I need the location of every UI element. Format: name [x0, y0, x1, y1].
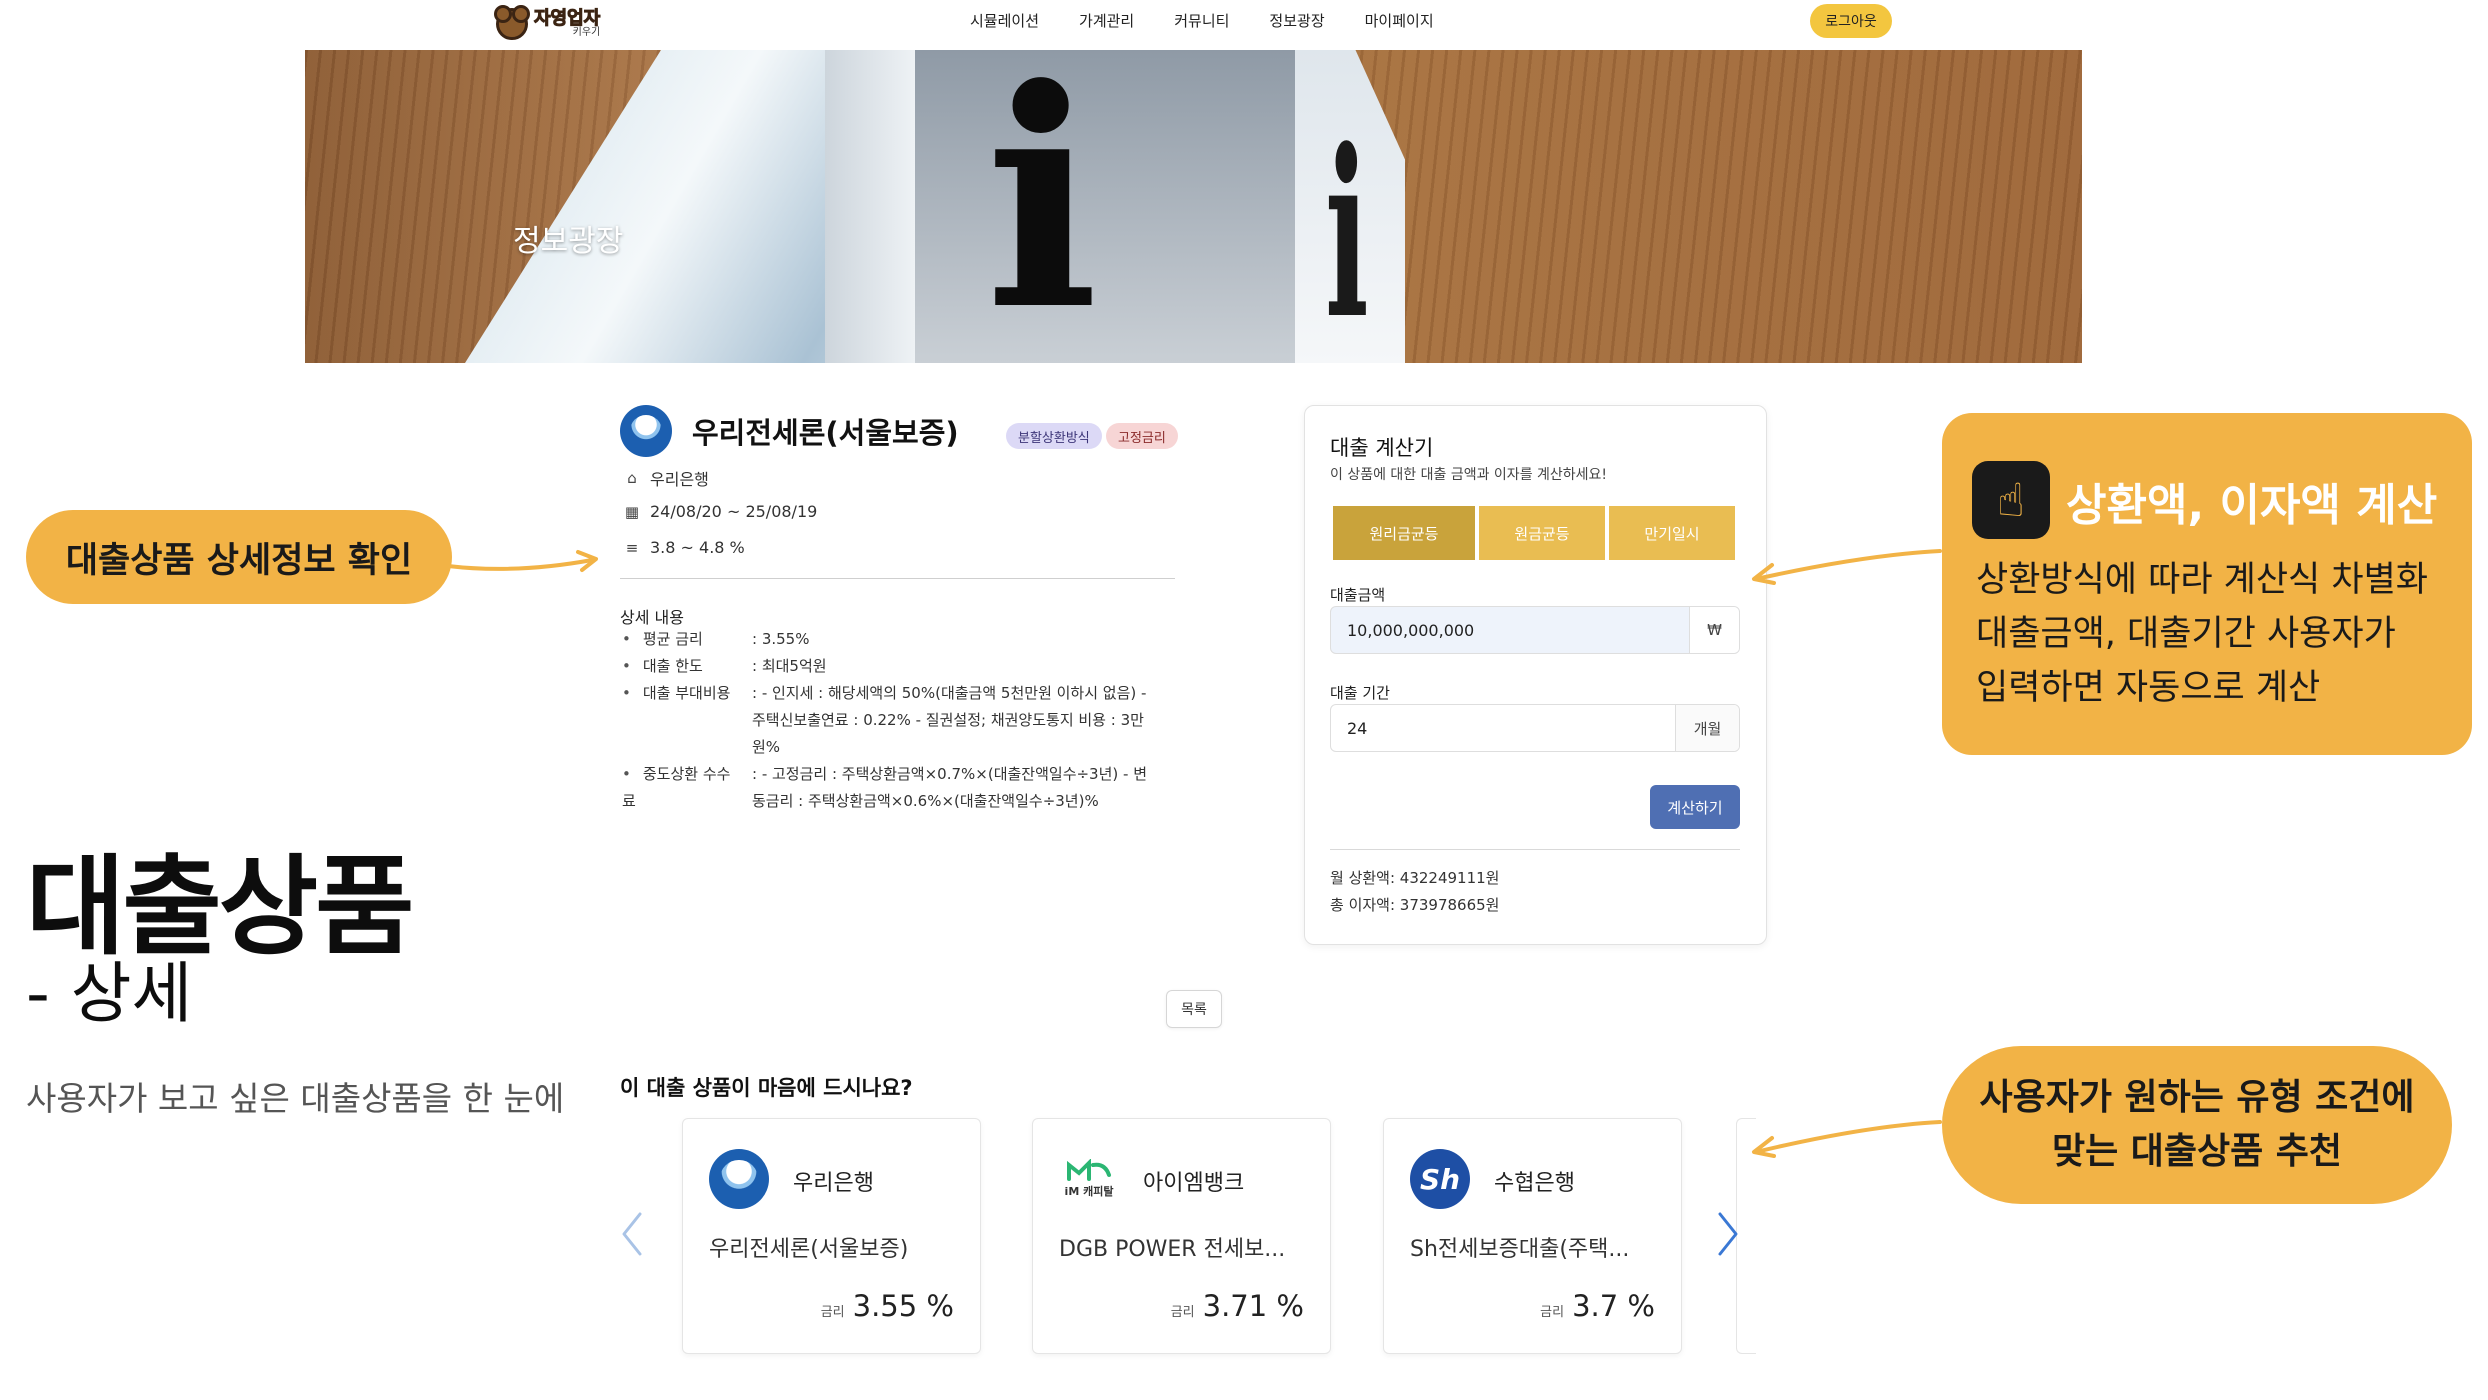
suhyup-logo-icon: Sh: [1410, 1149, 1470, 1209]
woori-logo-icon: [620, 405, 672, 457]
detail-row: 중도상환 수수료 : - 고정금리 : 주택상환금액×0.7%×(대출잔액일수÷…: [622, 761, 1182, 815]
card-rate: 금리 3.7 %: [1540, 1289, 1655, 1323]
coins-icon: ≡: [625, 538, 639, 557]
info-sign-graphic: i: [985, 50, 1099, 363]
card-bank-name: 수협은행: [1494, 1171, 1575, 1196]
calendar-icon: ▦: [624, 502, 640, 521]
recommend-title: 이 대출 상품이 마음에 드시나요?: [620, 1076, 913, 1100]
main-nav: 시뮬레이션 가계관리 커뮤니티 정보광장 마이페이지: [970, 10, 1434, 31]
logo-title: 자영업자: [533, 8, 601, 29]
callout-calc-body: 상환방식에 따라 계산식 차별화 대출금액, 대출기간 사용자가 입력하면 자동…: [1976, 560, 2428, 708]
detail-row: 대출 부대비용 : - 인지세 : 해당세액의 50%(대출금액 5천만원 이하…: [622, 680, 1182, 761]
recommend-card[interactable]: 우리은행 우리전세론(서울보증) 금리 3.55 %: [682, 1118, 981, 1354]
hand-pointer-icon: ☝: [1972, 461, 2050, 539]
callout-recommend: 사용자가 원하는 유형 조건에 맞는 대출상품 추천: [1942, 1046, 2452, 1204]
detail-heading: 상세 내용: [620, 608, 684, 627]
product-period: ▦ 24/08/20 ~ 25/08/19: [624, 502, 818, 521]
callout-detail-info: 대출상품 상세정보 확인: [26, 510, 452, 604]
month-unit: 개월: [1675, 705, 1739, 751]
arrow-right-icon: [446, 550, 598, 572]
page-description: 사용자가 보고 싶은 대출상품을 한 눈에: [26, 1079, 565, 1118]
amount-input[interactable]: 10,000,000,000: [1331, 607, 1689, 653]
tag-rate-type: 고정금리: [1106, 423, 1178, 449]
nav-simulation[interactable]: 시뮬레이션: [970, 10, 1039, 31]
card-rate: 금리 3.71 %: [1170, 1289, 1304, 1323]
card-product-name: 우리전세론(서울보증): [709, 1237, 909, 1262]
bank-icon: ⌂: [627, 469, 637, 487]
carousel-next-icon[interactable]: [1714, 1210, 1742, 1258]
method-bullet[interactable]: 만기일시: [1609, 506, 1735, 560]
calculate-button[interactable]: 계산하기: [1650, 785, 1740, 829]
carousel-prev-icon[interactable]: [618, 1210, 646, 1258]
card-product-name: Sh전세보증대출(주택...: [1410, 1237, 1630, 1262]
calculator-description: 이 상품에 대한 대출 금액과 이자를 계산하세요!: [1330, 467, 1608, 483]
arrow-left-icon: [1752, 1120, 1942, 1158]
hero-banner: i i 정보광장: [305, 50, 2082, 363]
callout-calculation: ☝ 상환액, 이자액 계산 상환방식에 따라 계산식 차별화 대출금액, 대출기…: [1942, 413, 2472, 755]
amount-field[interactable]: 10,000,000,000 ₩: [1330, 606, 1740, 654]
recommend-card[interactable]: iM 캐피탈 아이엠뱅크 DGB POWER 전세보... 금리 3.71 %: [1032, 1118, 1331, 1354]
product-rate: ≡ 3.8 ~ 4.8 %: [625, 538, 745, 557]
loan-calculator: [1304, 405, 1767, 945]
logo-subtitle: 키우기: [572, 27, 601, 38]
method-equal-principal[interactable]: 원금균등: [1479, 506, 1605, 560]
recommend-card[interactable]: Sh 수협은행 Sh전세보증대출(주택... 금리 3.7 %: [1383, 1118, 1682, 1354]
arrow-left-icon: [1752, 549, 1942, 585]
card-bank-name: 우리은행: [793, 1171, 874, 1196]
product-bank: ⌂ 우리은행: [624, 466, 709, 490]
period-label: 대출 기간: [1330, 684, 1390, 702]
total-interest-result: 총 이자액: 373978665원: [1330, 896, 1500, 914]
divider: [620, 578, 1175, 579]
product-name: 우리전세론(서울보증): [692, 416, 959, 450]
card-rate: 금리 3.55 %: [820, 1289, 954, 1323]
amount-label: 대출금액: [1330, 586, 1386, 604]
list-button[interactable]: 목록: [1166, 990, 1222, 1028]
logout-button[interactable]: 로그아웃: [1810, 4, 1892, 38]
monthly-payment-result: 월 상환액: 432249111원: [1330, 869, 1500, 887]
tag-repayment: 분할상환방식: [1006, 423, 1102, 449]
nav-household[interactable]: 가계관리: [1079, 10, 1134, 31]
card-product-name: DGB POWER 전세보...: [1059, 1237, 1286, 1262]
nav-mypage[interactable]: 마이페이지: [1365, 10, 1434, 31]
period-field[interactable]: 24 개월: [1330, 704, 1740, 752]
im-bank-logo-icon: iM 캐피탈: [1059, 1149, 1119, 1209]
detail-row: 평균 금리 : 3.55%: [622, 626, 1182, 653]
method-equal-payment[interactable]: 원리금균등: [1333, 506, 1475, 560]
site-logo[interactable]: 자영업자 키우기: [494, 4, 606, 44]
nav-info[interactable]: 정보광장: [1269, 10, 1324, 31]
calculator-title: 대출 계산기: [1330, 436, 1434, 460]
divider: [1330, 849, 1740, 850]
detail-row: 대출 한도 : 최대5억원: [622, 653, 1182, 680]
period-input[interactable]: 24: [1331, 705, 1675, 751]
banner-title: 정보광장: [513, 224, 624, 259]
woori-logo-icon: [709, 1149, 769, 1209]
bear-icon: [494, 5, 530, 40]
callout-calc-title: 상환액, 이자액 계산: [2066, 480, 2438, 531]
nav-community[interactable]: 커뮤니티: [1174, 10, 1229, 31]
page-subtitle: - 상세: [26, 955, 193, 1032]
card-bank-name: 아이엠뱅크: [1143, 1171, 1245, 1196]
currency-unit: ₩: [1689, 607, 1739, 653]
